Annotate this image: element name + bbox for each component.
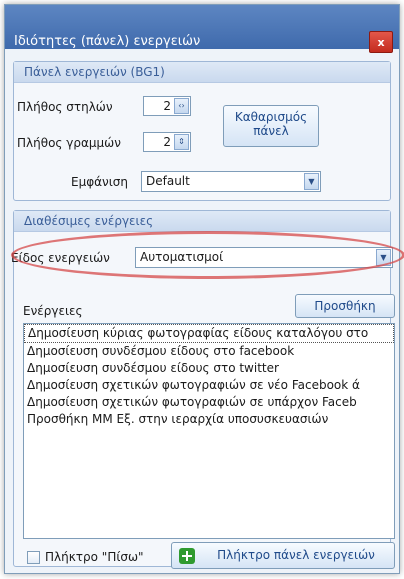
display-value: Default	[146, 174, 190, 188]
columns-stepper[interactable]: 2 ‹›	[143, 96, 191, 116]
actions-group-header: Διαθέσιμες ενέργειες	[14, 211, 390, 232]
back-key-checkbox[interactable]	[27, 551, 40, 564]
close-button[interactable]: x	[369, 31, 393, 53]
clear-panel-label-line1: Καθαρισμός	[234, 110, 308, 124]
rows-label: Πλήθος γραμμών	[17, 136, 121, 150]
columns-value: 2	[163, 99, 171, 113]
actions-label: Ενέργειες	[23, 304, 83, 318]
display-label: Εμφάνιση	[71, 175, 129, 189]
list-item[interactable]: Δημοσίευση συνδέσμου είδους στο facebook	[24, 343, 394, 360]
panel-key-label: Πλήκτρο πάνελ ενεργειών	[217, 548, 375, 562]
rows-value: 2	[163, 135, 171, 149]
panel-key-button[interactable]: Πλήκτρο πάνελ ενεργειών	[171, 542, 395, 569]
add-button-label: Προσθήκη	[314, 299, 376, 313]
clear-panel-button[interactable]: Καθαρισμός πάνελ	[223, 105, 319, 147]
list-item[interactable]: Δημοσίευση σχετικών φωτογραφιών σε υπάρχ…	[24, 394, 394, 411]
properties-window: Ιδιότητες (πάνελ) ενεργειών x Πάνελ ενερ…	[4, 4, 404, 574]
list-item[interactable]: Δημοσίευση σχετικών φωτογραφιών σε νέο F…	[24, 377, 394, 394]
list-item[interactable]: Δημοσίευση συνδέσμου είδους στο twitter	[24, 360, 394, 377]
actions-list[interactable]: Δημοσίευση κύριας φωτογραφίας είδους κατ…	[23, 323, 395, 539]
display-select[interactable]: Default ▼	[141, 171, 321, 192]
add-button[interactable]: Προσθήκη	[295, 294, 395, 318]
plus-icon	[179, 548, 195, 564]
rows-stepper[interactable]: 2 ⇕	[143, 132, 191, 152]
list-item[interactable]: Προσθήκη ΜΜ Εξ. στην ιεραρχία υποσυσκευα…	[24, 411, 394, 428]
chevron-down-icon[interactable]: ▼	[304, 173, 319, 190]
panel-group-header: Πάνελ ενεργειών (BG1)	[14, 62, 390, 83]
chevron-down-icon[interactable]: ▼	[376, 249, 391, 266]
action-type-label: Είδος ενεργειών	[11, 251, 110, 265]
clear-panel-label-line2: πάνελ	[253, 124, 289, 138]
close-icon: x	[377, 35, 385, 49]
window-title: Ιδιότητες (πάνελ) ενεργειών	[14, 34, 201, 49]
columns-label: Πλήθος στηλών	[17, 100, 113, 114]
up-down-arrows-icon[interactable]: ⇕	[174, 134, 189, 150]
action-type-value: Αυτοματισμοί	[140, 250, 224, 264]
left-right-arrows-icon[interactable]: ‹›	[174, 98, 189, 114]
title-bar: Ιδιότητες (πάνελ) ενεργειών x	[5, 5, 399, 53]
list-item[interactable]: Δημοσίευση κύριας φωτογραφίας είδους κατ…	[24, 324, 394, 343]
action-type-select[interactable]: Αυτοματισμοί ▼	[135, 247, 393, 268]
back-key-label: Πλήκτρο "Πίσω"	[45, 550, 144, 564]
